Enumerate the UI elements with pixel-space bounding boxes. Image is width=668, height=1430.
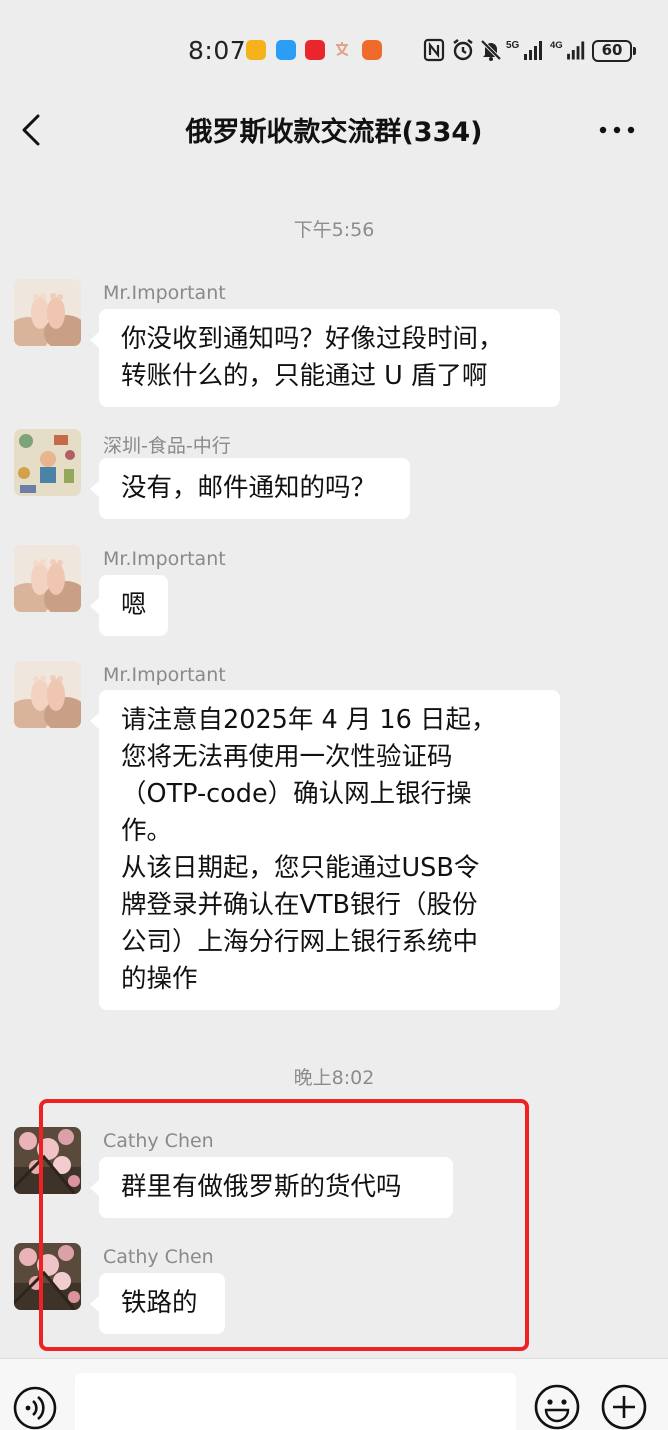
chat-timestamp: 下午5:56 [293, 219, 375, 241]
message-line: 您将无法再使用一次性验证码 [121, 742, 453, 772]
red-highlight-box [39, 1099, 529, 1351]
doodle-avatar [14, 429, 81, 496]
sender-name: 深圳-食品-中行 [103, 435, 231, 457]
message-line: 没有，邮件通知的吗？ [121, 473, 377, 503]
sender-name: Mr.Important [103, 548, 226, 570]
svg-text:4G: 4G [550, 40, 563, 51]
message-line: （OTP-code）确认网上银行操 [121, 779, 472, 809]
message-line: 牌登录并确认在VTB银行（股份 [121, 890, 478, 920]
message-line: 转账什么的，只能通过 U 盾了啊 [121, 361, 488, 391]
mute-icon [480, 39, 502, 61]
baby-feet-avatar [14, 545, 81, 612]
message-bubble[interactable]: 没有，邮件通知的吗？ [90, 458, 410, 519]
status-bar: 8:07 5G 4G 60 [0, 0, 668, 100]
alarm-icon [453, 39, 473, 61]
battery-icon: 60 [592, 40, 636, 62]
message-line: 从该日期起，您只能通过USB令 [121, 853, 480, 883]
emoji-icon[interactable] [533, 1383, 581, 1430]
sender-name: Mr.Important [103, 282, 226, 304]
bird-app-icon [276, 40, 296, 60]
app-badge-icon [362, 40, 382, 60]
baby-feet-avatar [14, 279, 81, 346]
avatar[interactable] [14, 661, 81, 728]
svg-text:5G: 5G [506, 40, 520, 51]
nfc-icon [423, 38, 445, 62]
avatar[interactable] [14, 279, 81, 346]
signal-5g-icon: 5G [506, 40, 542, 60]
mail-app-icon [246, 40, 266, 60]
input-bar [0, 1358, 668, 1430]
message-line: 嗯 [121, 590, 147, 620]
translate-icon [336, 42, 349, 56]
avatar[interactable] [14, 429, 81, 496]
page-title: 俄罗斯收款交流群(334) [185, 117, 483, 148]
more-dots-icon[interactable] [598, 118, 636, 142]
message-line: 你没收到通知吗？好像过段时间， [121, 324, 504, 354]
message-bubble[interactable]: 请注意自2025年 4 月 16 日起， 您将无法再使用一次性验证码 （OTP-… [90, 690, 560, 1010]
message-line: 作。 [121, 816, 173, 846]
status-time: 8:07 [188, 36, 247, 65]
message-bubble[interactable]: 嗯 [90, 575, 168, 636]
message-line: 的操作 [121, 964, 198, 994]
message-bubble[interactable]: 你没收到通知吗？好像过段时间， 转账什么的，只能通过 U 盾了啊 [90, 309, 560, 407]
voice-icon[interactable] [12, 1385, 58, 1430]
red-app-icon [305, 40, 325, 60]
baby-feet-avatar [14, 661, 81, 728]
signal-4g-icon: 4G [550, 40, 585, 60]
avatar[interactable] [14, 545, 81, 612]
plus-circle-icon[interactable] [600, 1383, 648, 1430]
message-line: 请注意自2025年 4 月 16 日起， [121, 705, 497, 735]
chat-header: 俄罗斯收款交流群(334) [0, 100, 668, 170]
message-input[interactable] [75, 1373, 516, 1430]
chat-screen: 8:07 5G 4G 60 俄罗斯收款交流群(334) 下午5:56 Mr.Im… [0, 0, 668, 1430]
sender-name: Mr.Important [103, 664, 226, 686]
message-line: 公司）上海分行网上银行系统中 [121, 927, 479, 957]
chat-timestamp: 晚上8:02 [293, 1067, 375, 1089]
